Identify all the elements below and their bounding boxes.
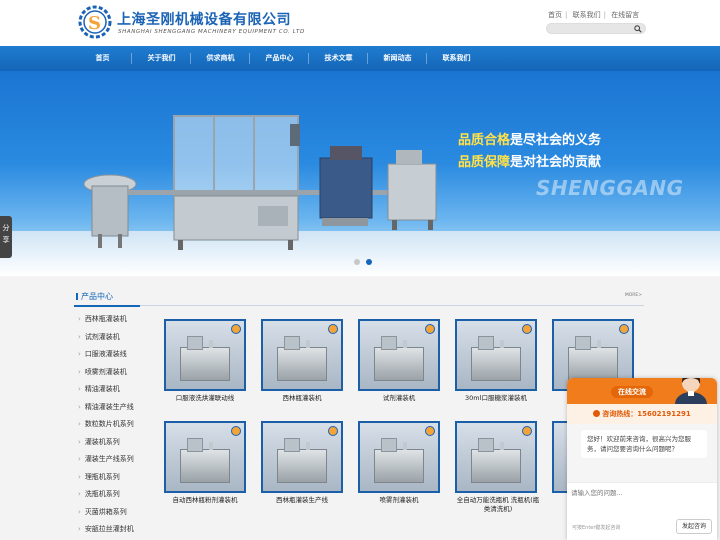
- product-caption[interactable]: 全自动万能洗瓶机 洗瓶机(瓶类清洗机): [455, 496, 541, 514]
- chat-title: 在线交流: [611, 386, 653, 398]
- category-item[interactable]: 灭菌烘箱系列: [78, 507, 134, 525]
- company-name: 上海圣刚机械设备有限公司: [117, 12, 291, 28]
- chat-message-input[interactable]: [567, 483, 713, 513]
- nav-news[interactable]: 新闻动态: [368, 46, 427, 71]
- more-link[interactable]: MORE>: [625, 293, 642, 298]
- category-item[interactable]: 安瓿拉丝灌封机: [78, 524, 134, 540]
- product-image[interactable]: [455, 319, 537, 391]
- enter-hint: 可按Enter键发起咨询: [572, 525, 621, 531]
- product-image[interactable]: [261, 421, 343, 493]
- carousel-dot-2[interactable]: [366, 259, 372, 265]
- product-caption[interactable]: 喷雾剂灌装机: [358, 496, 440, 505]
- slogan-text: 是对社会的贡献: [510, 155, 602, 170]
- chat-messages: 您好！欢迎前来咨询，很高兴为您服务，请问您要咨询什么问题呢？: [567, 424, 717, 482]
- nav-home[interactable]: 首页: [73, 46, 132, 71]
- product-card[interactable]: 试剂灌装机: [358, 319, 440, 403]
- top-links: 首页 | 联系我们 | 在线留言: [548, 10, 639, 20]
- product-caption[interactable]: 30ml口服糖浆灌装机: [455, 394, 537, 403]
- category-list: 西林瓶灌装机 试剂灌装机 口服液灌装线 喷雾剂灌装机 精油灌装机 精油灌装生产线…: [78, 314, 134, 540]
- slogan-line-2: 品质保障是对社会的贡献: [458, 151, 601, 170]
- chat-widget: 在线交流 咨询热线：15602191291 您好！欢迎前来咨询，很高兴为您服务，…: [567, 378, 717, 540]
- greeting-message: 您好！欢迎前来咨询，很高兴为您服务，请问您要咨询什么问题呢？: [581, 430, 707, 458]
- category-item[interactable]: 喷雾剂灌装机: [78, 367, 134, 385]
- category-item[interactable]: 洗瓶机系列: [78, 489, 134, 507]
- product-card[interactable]: 西林瓶灌装机: [261, 319, 343, 403]
- nav-articles[interactable]: 技术文章: [309, 46, 368, 71]
- search-box: [546, 23, 646, 34]
- hotline-bar: 咨询热线：15602191291: [567, 404, 717, 424]
- svg-text:S: S: [88, 13, 101, 34]
- carousel-dots: [354, 259, 372, 265]
- top-link-contact[interactable]: 联系我们: [573, 11, 601, 19]
- nav-contact[interactable]: 联系我们: [427, 46, 486, 71]
- search-input[interactable]: [547, 24, 632, 34]
- slogan-text: 是尽社会的义务: [510, 133, 602, 148]
- hotline-text: 咨询热线：15602191291: [602, 410, 691, 418]
- category-item[interactable]: 灌装机系列: [78, 437, 134, 455]
- product-card[interactable]: 30ml口服糖浆灌装机: [455, 319, 537, 403]
- title-underline: [74, 305, 140, 307]
- category-item[interactable]: 西林瓶灌装机: [78, 314, 134, 332]
- search-icon[interactable]: [634, 25, 642, 33]
- hero-banner[interactable]: 品质合格是尽社会的义务 品质保障是对社会的贡献 SHENGGANG: [0, 71, 720, 276]
- product-image[interactable]: [164, 319, 246, 391]
- product-image[interactable]: [455, 421, 537, 493]
- chat-header[interactable]: 在线交流: [567, 378, 717, 404]
- section-header: 产品中心 MORE>: [74, 291, 644, 307]
- category-item[interactable]: 数粒数片机系列: [78, 419, 134, 437]
- product-card[interactable]: 西林瓶灌装生产线: [261, 421, 343, 505]
- category-item[interactable]: 理瓶机系列: [78, 472, 134, 490]
- top-link-message[interactable]: 在线留言: [611, 11, 639, 19]
- nav-about[interactable]: 关于我们: [132, 46, 191, 71]
- product-image[interactable]: [164, 421, 246, 493]
- divider: |: [565, 11, 568, 19]
- category-item[interactable]: 试剂灌装机: [78, 332, 134, 350]
- main-nav: 首页 关于我们 供求商机 产品中心 技术文章 新闻动态 联系我们: [0, 46, 720, 71]
- banner-watermark: SHENGGANG: [536, 176, 684, 200]
- carousel-dot-1[interactable]: [354, 259, 360, 265]
- category-item[interactable]: 精油灌装机: [78, 384, 134, 402]
- category-item[interactable]: 口服液灌装线: [78, 349, 134, 367]
- company-logo-icon[interactable]: S: [78, 4, 112, 40]
- product-caption[interactable]: 口服液洗烘灌联动线: [164, 394, 246, 403]
- divider: |: [603, 11, 606, 19]
- phone-icon: [593, 410, 601, 417]
- product-caption[interactable]: 西林瓶灌装生产线: [261, 496, 343, 505]
- chat-footer: 可按Enter键发起咨询 发起咨询: [567, 516, 717, 540]
- nav-products[interactable]: 产品中心: [250, 46, 309, 71]
- agent-avatar: [675, 378, 707, 404]
- product-image[interactable]: [358, 319, 440, 391]
- product-image[interactable]: [261, 319, 343, 391]
- slogan-highlight: 品质合格: [458, 133, 511, 148]
- category-item[interactable]: 精油灌装生产线: [78, 402, 134, 420]
- site-header: S 上海圣刚机械设备有限公司 SHANGHAI SHENGGANG MACHIN…: [0, 0, 720, 46]
- product-image[interactable]: [358, 421, 440, 493]
- product-caption[interactable]: 试剂灌装机: [358, 394, 440, 403]
- share-tab[interactable]: 分享: [0, 216, 12, 258]
- product-card[interactable]: 自动西林瓶粉剂灌装机: [164, 421, 246, 505]
- nav-supply[interactable]: 供求商机: [191, 46, 250, 71]
- top-link-home[interactable]: 首页: [548, 11, 562, 19]
- company-name-en: SHANGHAI SHENGGANG MACHINERY EQUIPMENT C…: [118, 29, 305, 35]
- chat-input-area: [567, 482, 717, 516]
- category-item[interactable]: 灌装生产线系列: [78, 454, 134, 472]
- product-card[interactable]: 喷雾剂灌装机: [358, 421, 440, 505]
- product-card[interactable]: 全自动万能洗瓶机 洗瓶机(瓶类清洗机): [455, 421, 541, 514]
- product-caption[interactable]: 自动西林瓶粉剂灌装机: [164, 496, 246, 505]
- product-caption[interactable]: 西林瓶灌装机: [261, 394, 343, 403]
- slogan-line-1: 品质合格是尽社会的义务: [458, 129, 601, 148]
- send-button[interactable]: 发起咨询: [676, 519, 712, 534]
- section-title: 产品中心: [76, 291, 113, 302]
- product-card[interactable]: 口服液洗烘灌联动线: [164, 319, 246, 403]
- slogan-highlight: 品质保障: [458, 155, 511, 170]
- filling-line-machine-image: [83, 115, 437, 250]
